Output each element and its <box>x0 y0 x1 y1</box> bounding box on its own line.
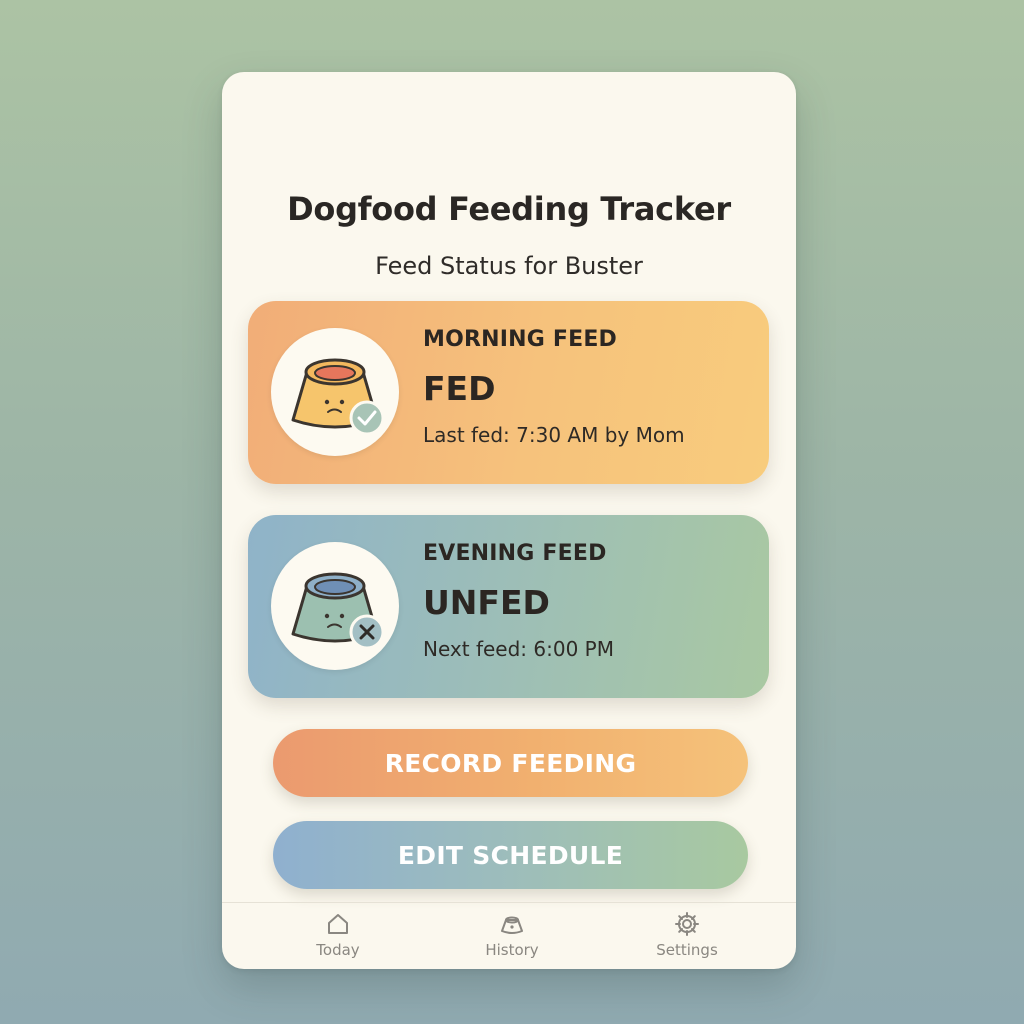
edit-schedule-button[interactable]: EDIT SCHEDULE <box>273 821 748 889</box>
feed-detail: Next feed: 6:00 PM <box>423 637 614 661</box>
feed-detail: Last fed: 7:30 AM by Mom <box>423 423 685 447</box>
feed-label: MORNING FEED <box>423 327 618 352</box>
bowl-x-icon <box>271 542 399 670</box>
record-feeding-button[interactable]: RECORD FEEDING <box>273 729 748 797</box>
feed-label: EVENING FEED <box>423 541 607 566</box>
tab-history[interactable]: History <box>452 911 572 959</box>
morning-feed-card[interactable]: MORNING FEED FED Last fed: 7:30 AM by Mo… <box>248 301 769 484</box>
app-subtitle: Feed Status for Buster <box>375 252 643 280</box>
tab-label: History <box>485 941 539 959</box>
app-panel: Dogfood Feeding Tracker Feed Status for … <box>222 72 796 969</box>
tab-settings[interactable]: Settings <box>627 911 747 959</box>
tab-label: Settings <box>656 941 718 959</box>
tab-label: Today <box>316 941 360 959</box>
app-title: Dogfood Feeding Tracker <box>287 190 731 228</box>
bottom-tab-bar: Today History Settings <box>222 902 796 969</box>
tab-today[interactable]: Today <box>278 911 398 959</box>
home-icon <box>328 914 348 934</box>
evening-feed-card[interactable]: EVENING FEED UNFED Next feed: 6:00 PM <box>248 515 769 698</box>
gear-icon <box>675 912 699 936</box>
feed-status: FED <box>423 369 496 408</box>
bowl-icon <box>501 916 523 934</box>
feed-status: UNFED <box>423 583 550 622</box>
bowl-check-icon <box>271 328 399 456</box>
